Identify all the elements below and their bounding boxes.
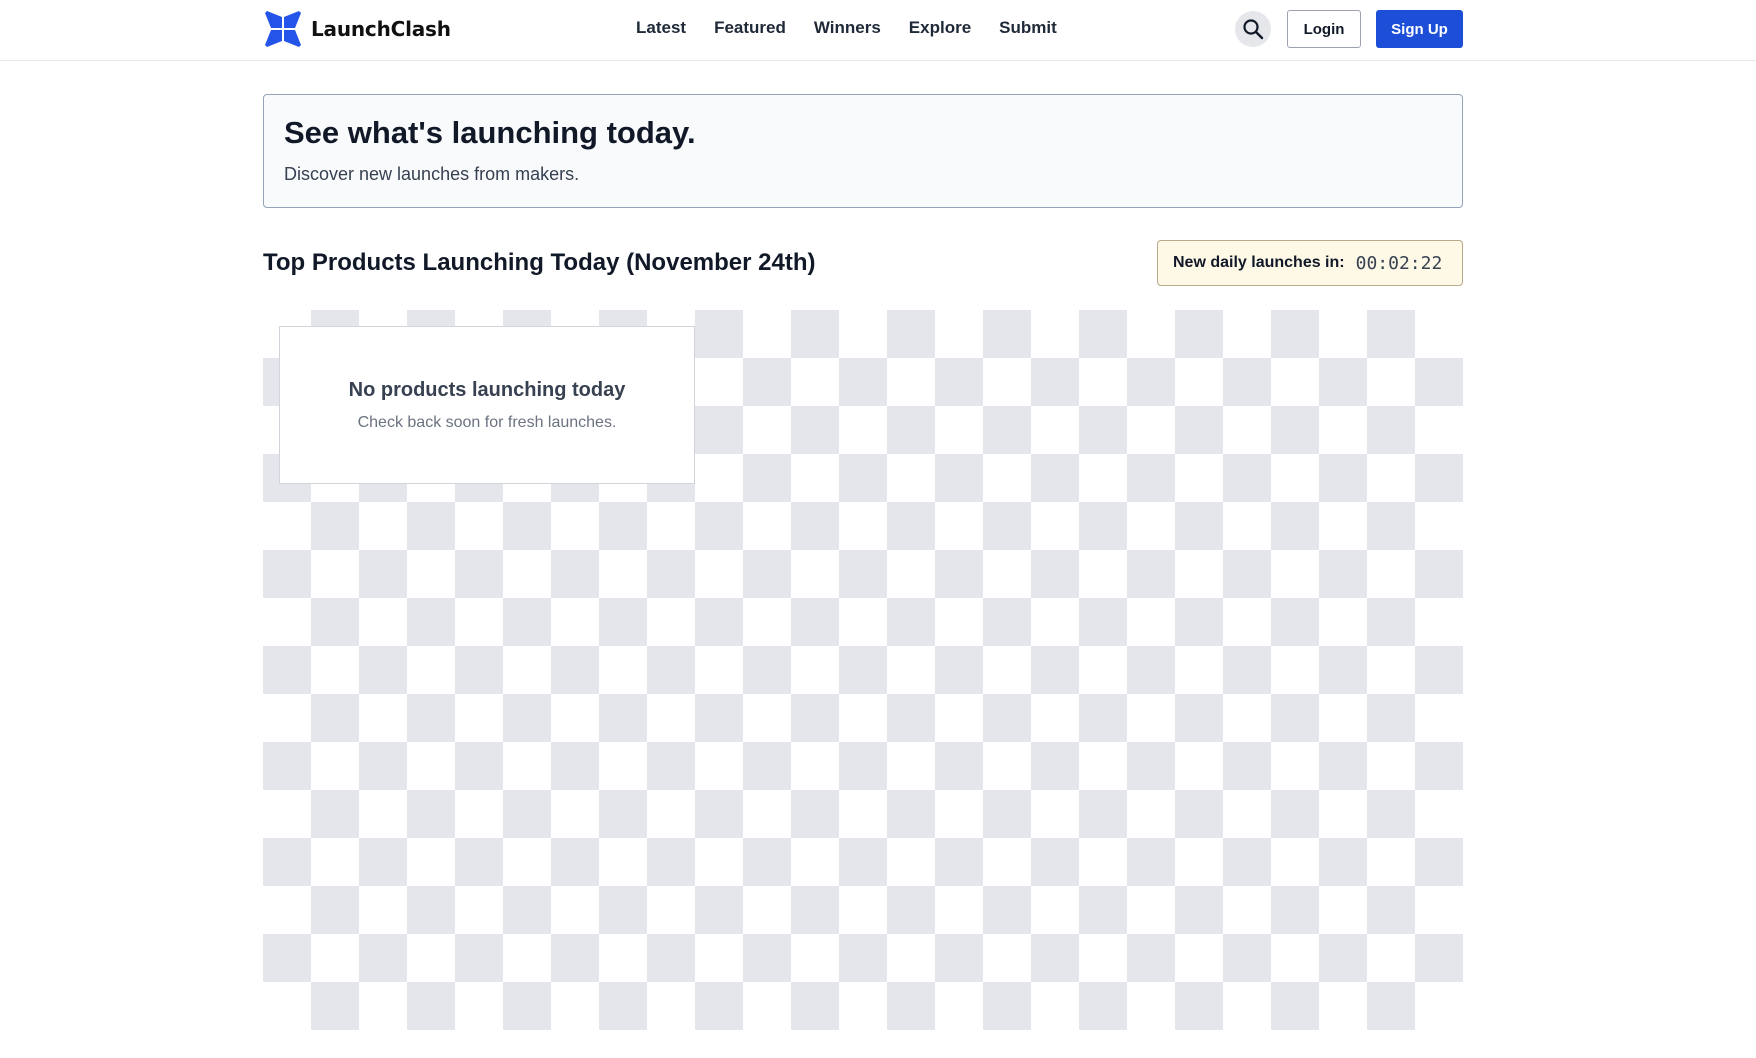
nav-featured[interactable]: Featured: [714, 18, 786, 38]
countdown-label: New daily launches in:: [1173, 254, 1345, 271]
countdown-badge: New daily launches in: 00:02:22: [1157, 240, 1463, 286]
empty-state-subtitle: Check back soon for fresh launches.: [357, 413, 617, 431]
launchclash-logo-icon: [265, 11, 301, 47]
brand-name: LaunchClash: [311, 17, 451, 41]
nav-latest[interactable]: Latest: [636, 18, 686, 38]
hero-title: See what's launching today.: [284, 115, 696, 150]
empty-state-card: No products launching today Check back s…: [279, 326, 695, 484]
brand[interactable]: LaunchClash: [263, 9, 451, 49]
countdown-timer: 00:02:22: [1355, 252, 1443, 274]
signup-button[interactable]: Sign Up: [1376, 10, 1463, 48]
search-button[interactable]: [1235, 11, 1271, 47]
main-nav: Latest Featured Winners Explore Submit: [636, 18, 1057, 38]
section-title: Top Products Launching Today (November 2…: [263, 249, 816, 276]
top-navbar: LaunchClash Latest Featured Winners Expl…: [0, 0, 1756, 61]
login-button[interactable]: Login: [1287, 10, 1361, 48]
nav-submit[interactable]: Submit: [999, 18, 1057, 38]
hero-banner: See what's launching today. Discover new…: [263, 94, 1463, 208]
nav-explore[interactable]: Explore: [909, 18, 971, 38]
hero-subtitle: Discover new launches from makers.: [284, 164, 580, 184]
nav-winners[interactable]: Winners: [814, 18, 881, 38]
search-icon: [1243, 19, 1264, 40]
empty-state-title: No products launching today: [348, 378, 626, 401]
